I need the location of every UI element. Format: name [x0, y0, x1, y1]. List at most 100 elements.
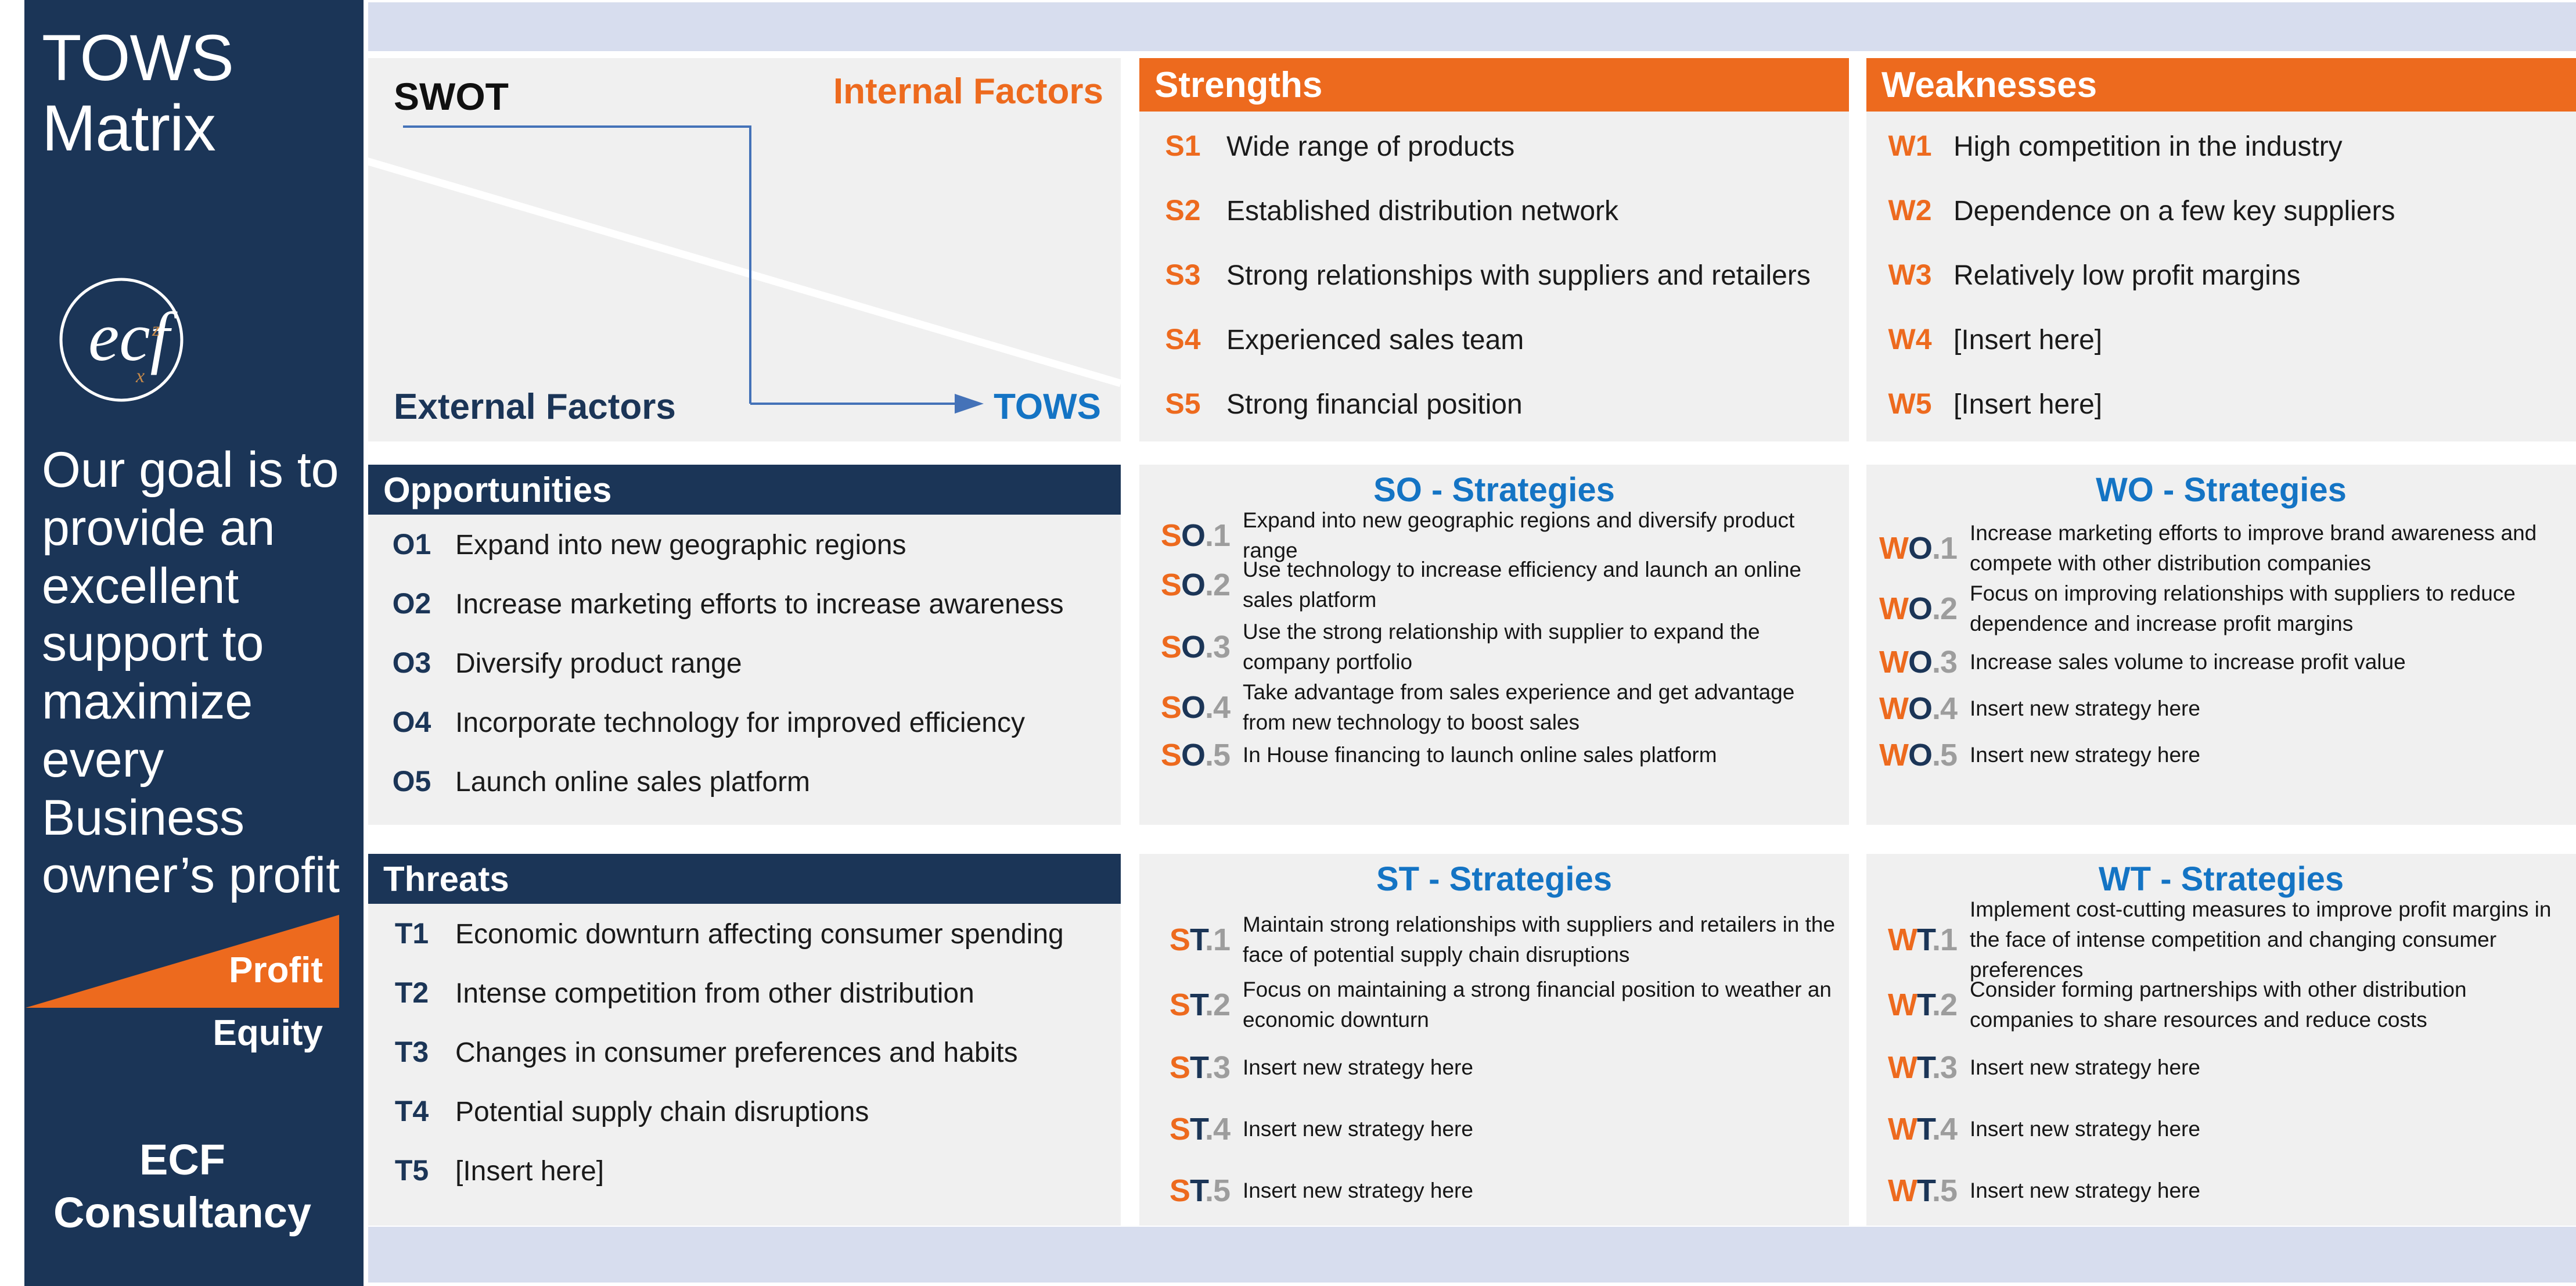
strategy-code-part1: W — [1879, 645, 1909, 680]
strategy-code-part1: S — [1160, 630, 1182, 664]
strategy-code: WO.3 — [1866, 644, 1970, 680]
list-item[interactable]: O1 Expand into new geographic regions — [368, 527, 1121, 587]
list-item[interactable]: SO.4 Take advantage from sales experienc… — [1139, 677, 1849, 738]
top-strip — [368, 2, 2576, 51]
opportunities-header: Opportunities — [368, 465, 1121, 515]
list-item[interactable]: ST.4 Insert new strategy here — [1139, 1098, 1849, 1161]
list-item[interactable]: WT.3 Insert new strategy here — [1866, 1037, 2576, 1098]
wo-strategies-header: WO - Strategies — [1866, 465, 2576, 515]
list-item[interactable]: W3 Relatively low profit margins — [1866, 258, 2576, 322]
strategy-code-part2: O — [1181, 518, 1206, 553]
strategy-code-part2: T — [1189, 1112, 1206, 1147]
list-item[interactable]: S5 Strong financial position — [1139, 387, 1849, 451]
list-item[interactable]: W1 High competition in the industry — [1866, 129, 2576, 193]
ecf-logo: ecf z x — [55, 273, 188, 407]
list-item[interactable]: W4 [Insert here] — [1866, 322, 2576, 387]
strategy-code: WT.3 — [1866, 1050, 1970, 1086]
list-item[interactable]: T5 [Insert here] — [368, 1154, 1121, 1213]
list-item[interactable]: S2 Established distribution network — [1139, 193, 1849, 258]
list-item[interactable]: W5 [Insert here] — [1866, 387, 2576, 451]
strategy-code-part3: .5 — [1204, 1173, 1231, 1208]
list-item[interactable]: WO.5 Insert new strategy here — [1866, 732, 2576, 778]
list-item[interactable]: O5 Launch online sales platform — [368, 764, 1121, 824]
list-item[interactable]: T1 Economic downturn affecting consumer … — [368, 917, 1121, 976]
strategy-code-part3: .1 — [1204, 922, 1231, 957]
list-item[interactable]: O3 Diversify product range — [368, 646, 1121, 705]
swot-label: SWOT — [394, 75, 509, 118]
weaknesses-panel: Weaknesses W1 High competition in the in… — [1866, 58, 2576, 441]
strategy-code-part1: W — [1879, 738, 1909, 773]
wt-strategies-list: WT.1 Implement cost-cutting measures to … — [1866, 897, 2576, 1221]
list-item[interactable]: T2 Intense competition from other distri… — [368, 976, 1121, 1035]
so-strategies-panel: SO - Strategies SO.1 Expand into new geo… — [1139, 465, 1849, 825]
internal-factors-label: Internal Factors — [833, 71, 1103, 112]
strategy-code: ST.2 — [1139, 987, 1243, 1023]
strategy-text: Consider forming partnerships with other… — [1970, 978, 2467, 1032]
strategy-text: Insert new strategy here — [1243, 1117, 1473, 1141]
list-item[interactable]: WO.2 Focus on improving relationships wi… — [1866, 579, 2576, 639]
list-item[interactable]: S1 Wide range of products — [1139, 129, 1849, 193]
factor-code: O3 — [392, 646, 431, 679]
list-item[interactable]: SO.3 Use the strong relationship with su… — [1139, 617, 1849, 677]
opportunities-panel: Opportunities O1 Expand into new geograp… — [368, 465, 1121, 825]
strategy-code-part2: O — [1181, 630, 1206, 664]
strategy-code-part2: O — [1908, 645, 1933, 680]
list-item[interactable]: WO.3 Increase sales volume to increase p… — [1866, 639, 2576, 685]
factor-code: O4 — [392, 706, 431, 738]
strategy-text: Implement cost-cutting measures to impro… — [1970, 897, 2552, 982]
list-item[interactable]: SO.1 Expand into new geographic regions … — [1139, 508, 1849, 562]
wt-strategies-panel: WT - Strategies WT.1 Implement cost-cutt… — [1866, 854, 2576, 1226]
brand-block: ECF Consultancy — [26, 1112, 339, 1260]
strengths-panel: Strengths S1 Wide range of products S2 E… — [1139, 58, 1849, 441]
factor-code: T1 — [394, 917, 429, 950]
list-item[interactable]: WT.1 Implement cost-cutting measures to … — [1866, 897, 2576, 982]
list-item[interactable]: S3 Strong relationships with suppliers a… — [1139, 258, 1849, 322]
list-item[interactable]: O2 Increase marketing efforts to increas… — [368, 587, 1121, 646]
factor-code: T2 — [394, 976, 429, 1009]
brand-line2: Consultancy — [53, 1188, 312, 1237]
list-item[interactable]: S4 Experienced sales team — [1139, 322, 1849, 387]
strategy-code-part2: T — [1916, 1112, 1933, 1147]
factor-code: T5 — [394, 1154, 429, 1187]
list-item[interactable]: WO.4 Insert new strategy here — [1866, 685, 2576, 732]
list-item[interactable]: ST.3 Insert new strategy here — [1139, 1037, 1849, 1098]
page-title-line2: Matrix — [42, 91, 216, 164]
threats-list: T1 Economic downturn affecting consumer … — [368, 904, 1121, 1213]
list-item[interactable]: SO.2 Use technology to increase efficien… — [1139, 553, 1849, 617]
list-item[interactable]: O4 Incorporate technology for improved e… — [368, 705, 1121, 764]
strategy-code-part3: .4 — [1204, 1112, 1231, 1147]
list-item[interactable]: T4 Potential supply chain disruptions — [368, 1094, 1121, 1154]
list-item[interactable]: WT.5 Insert new strategy here — [1866, 1161, 2576, 1221]
external-factors-label: External Factors — [394, 387, 676, 427]
list-item[interactable]: ST.5 Insert new strategy here — [1139, 1161, 1849, 1221]
strategy-code-part1: W — [1879, 691, 1909, 726]
factor-text: Established distribution network — [1226, 196, 1619, 227]
list-item[interactable]: WT.2 Consider forming partnerships with … — [1866, 972, 2576, 1037]
equity-label: Equity — [213, 1013, 323, 1053]
strategy-code: WT.1 — [1866, 922, 1970, 958]
factor-code: T4 — [394, 1095, 429, 1127]
list-item[interactable]: WO.1 Increase marketing efforts to impro… — [1866, 518, 2576, 579]
list-item[interactable]: SO.5 In House financing to launch online… — [1139, 738, 1849, 773]
strategy-code-part3: .3 — [1204, 1050, 1231, 1085]
list-item[interactable]: ST.2 Focus on maintaining a strong finan… — [1139, 972, 1849, 1037]
strategy-code-part1: S — [1160, 690, 1182, 725]
strategy-code: WO.5 — [1866, 737, 1970, 773]
list-item[interactable]: W2 Dependence on a few key suppliers — [1866, 193, 2576, 258]
list-item[interactable]: T3 Changes in consumer preferences and h… — [368, 1035, 1121, 1094]
strategy-code-part3: .2 — [1931, 987, 1958, 1022]
strategy-code-part1: W — [1879, 531, 1909, 566]
strategy-code-part3: .4 — [1931, 691, 1958, 726]
strategy-code-part1: S — [1169, 1173, 1190, 1208]
list-item[interactable]: ST.1 Maintain strong relationships with … — [1139, 907, 1849, 972]
strategy-code: SO.3 — [1139, 629, 1243, 665]
tows-matrix-slide: TOWS Matrix ecf z x Our goal is to provi… — [0, 0, 2576, 1286]
svg-text:ecf: ecf — [88, 298, 178, 375]
factor-text: Intense competition from other distribut… — [455, 978, 974, 1009]
tows-label: TOWS — [994, 387, 1101, 427]
strategy-code-part3: .1 — [1931, 922, 1958, 957]
strategy-code-part2: T — [1189, 1173, 1206, 1208]
list-item[interactable]: WT.4 Insert new strategy here — [1866, 1098, 2576, 1161]
factor-code: W2 — [1888, 194, 1932, 227]
factor-code: S5 — [1165, 387, 1201, 420]
